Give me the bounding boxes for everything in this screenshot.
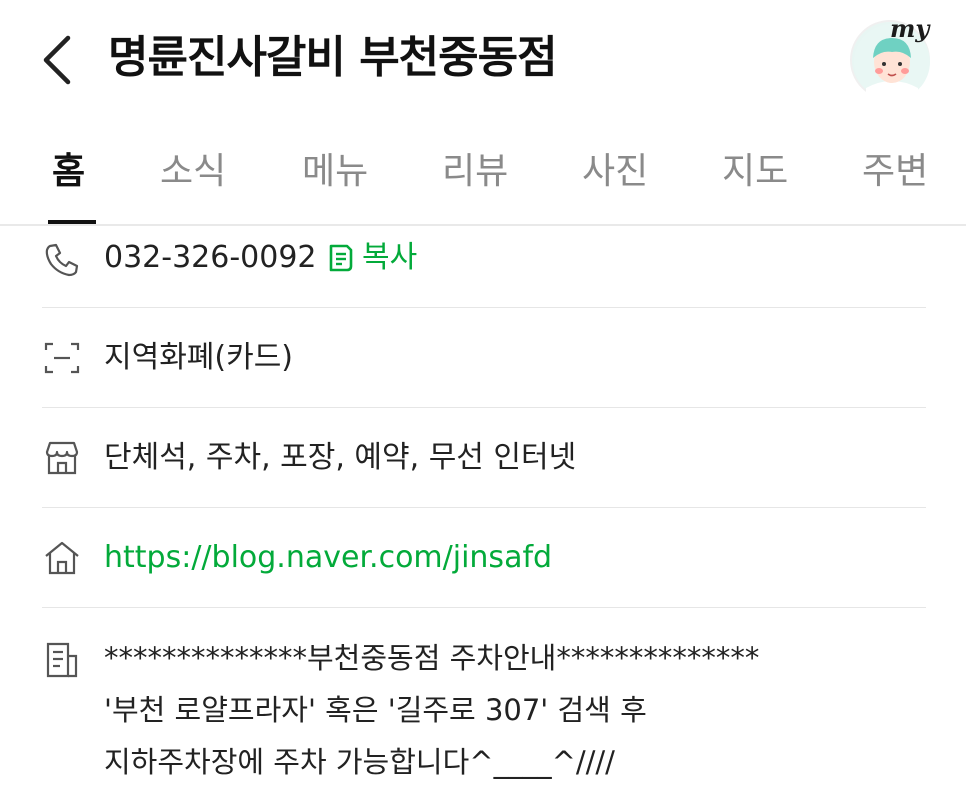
top-bar: 명륜진사갈비 부천중동점 my	[0, 0, 966, 120]
tab-reviews[interactable]: 리뷰	[442, 148, 508, 196]
facilities-text: 단체석, 주차, 포장, 예약, 무선 인터넷	[104, 440, 577, 475]
tab-bar: 홈 소식 메뉴 리뷰 사진 지도 주변	[0, 120, 966, 226]
phone-number[interactable]: 032-326-0092	[104, 238, 317, 278]
description-line: **************부천중동점 주차안내**************	[104, 641, 760, 675]
page-title: 명륜진사갈비 부천중동점	[108, 32, 558, 83]
tab-map[interactable]: 지도	[722, 148, 788, 196]
store-icon	[45, 441, 79, 475]
homepage-link[interactable]: https://blog.naver.com/jinsafd	[104, 538, 552, 578]
document-icon	[46, 642, 78, 678]
my-label: my	[890, 14, 930, 43]
chevron-left-icon	[43, 35, 71, 85]
tab-menu[interactable]: 메뉴	[302, 148, 368, 196]
copy-icon	[329, 244, 353, 272]
description-line: '부천 로얄프라자' 혹은 '길주로 307' 검색 후	[104, 693, 647, 727]
back-button[interactable]	[36, 30, 80, 90]
tab-photos[interactable]: 사진	[582, 148, 648, 196]
tab-news[interactable]: 소식	[160, 148, 226, 196]
phone-icon	[45, 243, 79, 277]
tab-home[interactable]: 홈	[52, 148, 85, 196]
homepage-row: https://blog.naver.com/jinsafd	[42, 508, 926, 608]
scan-icon	[44, 342, 80, 374]
description-line: 지하주차장에 주차 가능합니다^____^////	[104, 745, 615, 779]
home-icon	[45, 541, 79, 575]
copy-label: 복사	[362, 240, 418, 275]
payment-row: 지역화폐(카드)	[42, 308, 926, 408]
copy-phone-button[interactable]: 복사	[328, 238, 417, 278]
phone-row: 032-326-0092 복사	[42, 228, 926, 308]
active-tab-indicator	[48, 220, 96, 224]
tab-nearby[interactable]: 주변	[862, 148, 928, 196]
facilities-row: 단체석, 주차, 포장, 예약, 무선 인터넷	[42, 408, 926, 508]
payment-text: 지역화폐(카드)	[104, 340, 294, 375]
description-section: **************부천중동점 주차안내************** '…	[42, 608, 926, 794]
